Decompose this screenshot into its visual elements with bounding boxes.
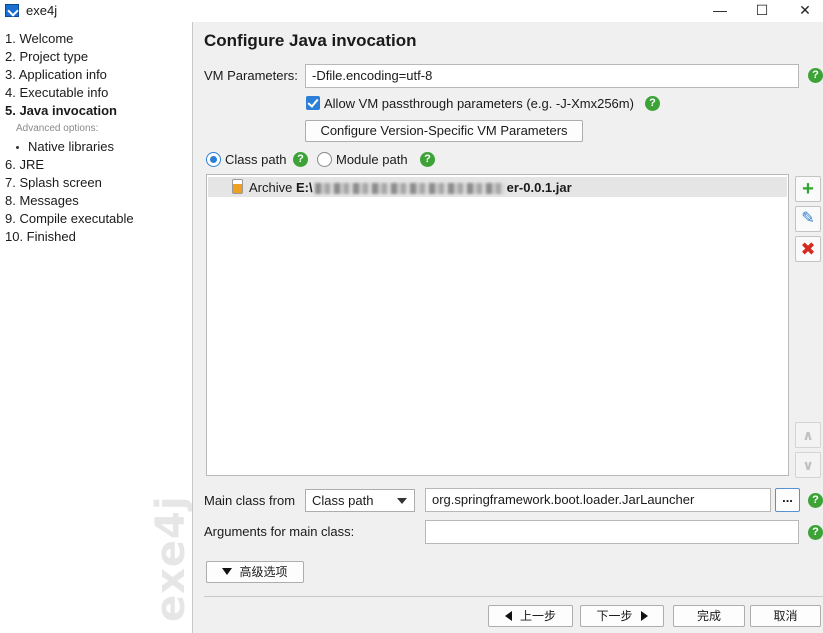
step-welcome[interactable]: 1. Welcome	[5, 31, 73, 46]
module-path-radio-label[interactable]: Module path	[336, 152, 408, 167]
class-path-radio[interactable]	[206, 152, 221, 167]
help-icon[interactable]: ?	[808, 68, 823, 83]
step-executable-info[interactable]: 4. Executable info	[5, 85, 108, 100]
redacted-path-blur	[314, 183, 505, 195]
cancel-button[interactable]: 取消	[750, 605, 821, 627]
minimize-button[interactable]: —	[697, 0, 743, 22]
passthrough-checkbox[interactable]	[306, 96, 320, 110]
vm-parameters-input[interactable]: -Dfile.encoding=utf-8	[305, 64, 799, 88]
edit-entry-button[interactable]: ✎	[795, 206, 821, 232]
bullet-icon	[16, 146, 19, 149]
back-button[interactable]: 上一步	[488, 605, 573, 627]
remove-entry-button[interactable]: ✖	[795, 236, 821, 262]
step-project-type[interactable]: 2. Project type	[5, 49, 88, 64]
move-down-button[interactable]: ∨	[795, 452, 821, 478]
exe4j-app-icon	[5, 4, 19, 17]
arguments-input[interactable]	[425, 520, 799, 544]
add-entry-button[interactable]: +	[795, 176, 821, 202]
finish-button[interactable]: 完成	[673, 605, 745, 627]
close-button[interactable]: ✕	[782, 0, 823, 22]
step-java-invocation[interactable]: 5. Java invocation	[5, 103, 117, 118]
next-button[interactable]: 下一步	[580, 605, 664, 627]
arguments-label: Arguments for main class:	[204, 524, 355, 539]
vm-parameters-label: VM Parameters:	[204, 68, 298, 83]
maximize-button[interactable]: ☐	[739, 0, 785, 22]
help-icon[interactable]: ?	[420, 152, 435, 167]
step-compile-executable[interactable]: 9. Compile executable	[5, 211, 134, 226]
step-finished[interactable]: 10. Finished	[5, 229, 76, 244]
classpath-entry-kind: Archive	[249, 180, 293, 195]
footer-divider	[204, 596, 823, 597]
wizard-steps-sidebar: 1. Welcome 2. Project type 3. Applicatio…	[0, 22, 193, 633]
module-path-radio[interactable]	[317, 152, 332, 167]
advanced-options-button[interactable]: 高级选项	[206, 561, 304, 583]
step-splash-screen[interactable]: 7. Splash screen	[5, 175, 102, 190]
step-application-info[interactable]: 3. Application info	[5, 67, 107, 82]
passthrough-label[interactable]: Allow VM passthrough parameters (e.g. -J…	[324, 96, 634, 111]
exe4j-watermark: exe4j	[148, 495, 193, 622]
jar-archive-icon	[232, 179, 243, 194]
help-icon[interactable]: ?	[293, 152, 308, 167]
main-class-input[interactable]: org.springframework.boot.loader.JarLaunc…	[425, 488, 771, 512]
step-messages[interactable]: 8. Messages	[5, 193, 79, 208]
step-jre[interactable]: 6. JRE	[5, 157, 44, 172]
classpath-list[interactable]: Archive E:\ er-0.0.1.jar	[206, 174, 789, 476]
title-bar: exe4j — ☐ ✕	[0, 0, 823, 22]
chevron-down-icon	[397, 498, 407, 504]
advanced-options-label: Advanced options:	[16, 123, 99, 134]
triangle-left-icon	[504, 611, 512, 621]
main-class-source-select[interactable]: Class path	[305, 489, 415, 512]
page-title: Configure Java invocation	[204, 31, 417, 50]
help-icon[interactable]: ?	[808, 493, 823, 508]
help-icon[interactable]: ?	[645, 96, 660, 111]
main-class-label: Main class from	[204, 493, 296, 508]
step-native-libraries[interactable]: Native libraries	[28, 139, 114, 154]
window-title: exe4j	[26, 3, 58, 18]
move-up-button[interactable]: ∧	[795, 422, 821, 448]
class-path-radio-label[interactable]: Class path	[225, 152, 286, 167]
triangle-right-icon	[640, 611, 648, 621]
configure-version-vm-parameters-button[interactable]: Configure Version-Specific VM Parameters	[305, 120, 583, 142]
triangle-down-icon	[222, 568, 233, 575]
help-icon[interactable]: ?	[808, 525, 823, 540]
main-class-source-value: Class path	[312, 493, 374, 508]
browse-main-class-button[interactable]: ...	[775, 488, 800, 512]
classpath-entry-path: E:\ er-0.0.1.jar	[296, 180, 572, 195]
table-row[interactable]: Archive E:\ er-0.0.1.jar	[208, 177, 787, 197]
